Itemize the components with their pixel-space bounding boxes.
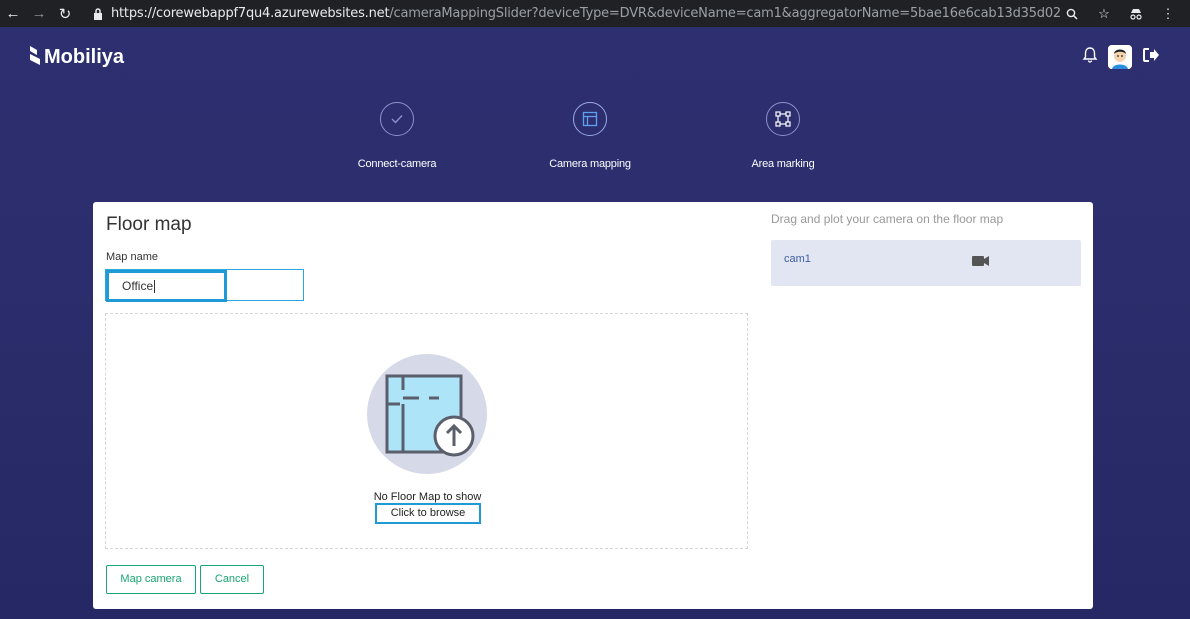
mobiliya-logo-icon: [30, 46, 40, 65]
step-label: Area marking: [751, 158, 815, 170]
brand-name: Mobiliya: [44, 45, 125, 68]
step-area-marking[interactable]: Area marking: [713, 102, 853, 170]
floor-map-dropzone[interactable]: No Floor Map to show Click to browse: [105, 313, 748, 549]
floor-map-panel: Floor map Map name Office No Floor Map t…: [93, 202, 1093, 609]
reload-icon[interactable]: ↻: [52, 0, 78, 27]
cancel-button[interactable]: Cancel: [200, 565, 264, 594]
browser-toolbar: ← → ↻ https://corewebappf7qu4.azurewebsi…: [0, 0, 1190, 27]
app-body: Mobiliya Connect-camera Camera mapping A…: [0, 27, 1190, 619]
area-icon: [766, 102, 800, 136]
map-icon: [573, 102, 607, 136]
empty-state-text: No Floor Map to show: [373, 491, 482, 503]
lock-icon: [92, 7, 104, 21]
camera-card[interactable]: cam1: [771, 240, 1081, 286]
map-name-label: Map name: [106, 251, 158, 263]
logout-icon[interactable]: [1142, 47, 1160, 68]
bell-icon[interactable]: [1082, 46, 1098, 68]
step-label: Connect-camera: [357, 158, 437, 170]
map-name-input[interactable]: Office: [106, 270, 227, 302]
incognito-icon[interactable]: [1120, 8, 1152, 20]
video-camera-icon: [972, 254, 990, 272]
menu-icon[interactable]: ⋮: [1152, 6, 1184, 22]
map-name-field[interactable]: Office: [105, 269, 304, 302]
user-avatar[interactable]: [1108, 45, 1132, 69]
camera-list-hint: Drag and plot your camera on the floor m…: [771, 212, 1004, 226]
map-camera-button[interactable]: Map camera: [106, 565, 196, 594]
zoom-icon[interactable]: [1056, 8, 1088, 20]
floor-plan-upload-icon: [367, 354, 487, 474]
camera-name: cam1: [784, 253, 811, 265]
bookmark-star-icon[interactable]: ☆: [1088, 6, 1120, 22]
check-icon: [380, 102, 414, 136]
step-label: Camera mapping: [549, 158, 631, 170]
browse-button[interactable]: Click to browse: [375, 503, 481, 524]
step-camera-mapping[interactable]: Camera mapping: [520, 102, 660, 170]
brand-logo[interactable]: Mobiliya: [28, 45, 124, 69]
step-connect-camera[interactable]: Connect-camera: [327, 102, 467, 170]
page-title: Floor map: [106, 214, 192, 235]
map-name-value: Office: [122, 279, 154, 293]
forward-icon[interactable]: →: [26, 0, 52, 27]
text-caret: [154, 279, 156, 293]
address-bar[interactable]: https://corewebappf7qu4.azurewebsites.ne…: [111, 6, 1061, 21]
back-icon[interactable]: ←: [0, 0, 26, 27]
